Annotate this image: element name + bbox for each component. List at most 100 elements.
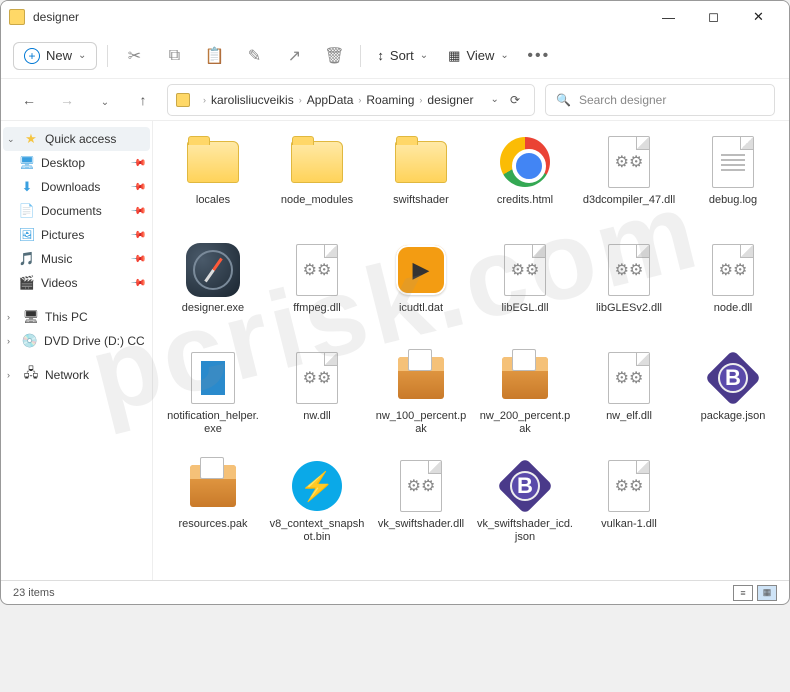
forward-button[interactable]: → [53, 92, 81, 108]
chevron-down-icon: ⌄ [7, 134, 17, 145]
file-icon: B [703, 349, 763, 407]
file-item[interactable]: ⚙⚙node.dll [683, 237, 783, 341]
sidebar-quick-access[interactable]: ⌄ ★ Quick access [3, 127, 150, 151]
file-item[interactable]: ⚙⚙nw_elf.dll [579, 345, 679, 449]
recent-dropdown[interactable]: ⌄ [91, 92, 119, 108]
pin-icon: 📌 [129, 203, 146, 220]
crumb[interactable]: AppData [307, 93, 354, 107]
address-bar[interactable]: › karolisliucveikis › AppData › Roaming … [167, 84, 535, 116]
window-controls: — ◻ ✕ [646, 2, 781, 32]
paste-icon[interactable]: 📋 [198, 40, 230, 72]
sidebar-item-label: Documents [41, 204, 102, 218]
file-item[interactable]: Bvk_swiftshader_icd.json [475, 453, 575, 557]
documents-icon: 📄 [19, 203, 35, 219]
sidebar-dvd[interactable]: › 💿 DVD Drive (D:) CCCC [3, 329, 150, 353]
file-pane[interactable]: localesnode_modulesswiftshader credits.ht… [153, 121, 789, 580]
search-input[interactable]: 🔍 Search designer [545, 84, 775, 116]
view-button[interactable]: ▦ View ⌄ [442, 44, 515, 68]
crumb[interactable]: karolisliucveikis [211, 93, 294, 107]
crumb[interactable]: designer [427, 93, 473, 107]
file-item[interactable]: ⚙⚙libGLESv2.dll [579, 237, 679, 341]
sidebar-item-downloads[interactable]: ⬇Downloads📌 [3, 175, 150, 199]
pin-icon: 📌 [129, 275, 146, 292]
file-item[interactable]: ⚙⚙nw.dll [267, 345, 367, 449]
file-item[interactable]: ▶ icudtl.dat [371, 237, 471, 341]
maximize-button[interactable]: ◻ [691, 2, 736, 32]
file-icon: ⚙⚙ [599, 241, 659, 299]
view-icon: ▦ [448, 48, 460, 64]
file-item[interactable]: ⚡v8_context_snapshot.bin [267, 453, 367, 557]
sidebar: ⌄ ★ Quick access 🖥Desktop📌⬇Downloads📌 📄 Do… [1, 121, 153, 580]
crumb[interactable]: Roaming [366, 93, 414, 107]
more-button[interactable]: ••• [523, 40, 555, 72]
file-item[interactable]: Bpackage.json [683, 345, 783, 449]
file-item[interactable]: nw_100_percent.pak [371, 345, 471, 449]
cut-icon[interactable]: ✂ [118, 40, 150, 72]
sidebar-this-pc[interactable]: › 🖥 This PC [3, 305, 150, 329]
file-item[interactable]: ⚙⚙vk_swiftshader.dll [371, 453, 471, 557]
quick-label: Quick access [45, 132, 116, 146]
chevron-right-icon: › [358, 95, 361, 105]
downloads-icon: ⬇ [19, 179, 35, 195]
file-icon [703, 133, 763, 191]
file-item[interactable]: ⚙⚙libEGL.dll [475, 237, 575, 341]
delete-icon[interactable]: 🗑 [318, 40, 350, 72]
close-button[interactable]: ✕ [736, 2, 781, 32]
file-item[interactable]: ⚙⚙ffmpeg.dll [267, 237, 367, 341]
explorer-window: designer — ◻ ✕ + New ⌄ ✂ ⧉ 📋 ✎ ↗ 🗑 ↕ Sor… [0, 0, 790, 605]
file-label: resources.pak [176, 518, 249, 531]
new-label: New [46, 48, 72, 63]
file-label: vk_swiftshader_icd.json [475, 518, 575, 544]
file-label: designer.exe [180, 302, 246, 315]
sidebar-item-label: Pictures [41, 228, 84, 242]
icons-view-button[interactable]: ▦ [757, 585, 777, 601]
minimize-button[interactable]: — [646, 2, 691, 32]
share-icon[interactable]: ↗ [278, 40, 310, 72]
pin-icon: 📌 [129, 227, 146, 244]
file-label: ffmpeg.dll [291, 302, 343, 315]
file-item[interactable]: debug.log [683, 129, 783, 233]
file-icon: ⚙⚙ [495, 241, 555, 299]
body: ⌄ ★ Quick access 🖥Desktop📌⬇Downloads📌 📄 Do… [1, 121, 789, 580]
folder-icon [176, 93, 190, 107]
navbar: ← → ⌄ ↑ › karolisliucveikis › AppData › … [1, 79, 789, 121]
rename-icon[interactable]: ✎ [238, 40, 270, 72]
sidebar-item-music[interactable]: 🎵Music📌 [3, 247, 150, 271]
file-item[interactable]: locales [163, 129, 263, 233]
sidebar-item-desktop[interactable]: 🖥Desktop📌 [3, 151, 150, 175]
file-label: icudtl.dat [397, 302, 445, 315]
new-button[interactable]: + New ⌄ [13, 42, 97, 70]
file-icon [391, 133, 451, 191]
file-label: credits.html [495, 194, 555, 207]
file-icon: ⚙⚙ [599, 457, 659, 515]
sidebar-item-videos[interactable]: 🎬Videos📌 [3, 271, 150, 295]
file-item[interactable]: resources.pak [163, 453, 263, 557]
file-icon: ▶ [391, 241, 451, 299]
sort-button[interactable]: ↕ Sort ⌄ [371, 44, 434, 67]
sidebar-item-pictures[interactable]: 🖼Pictures📌 [3, 223, 150, 247]
sidebar-item-label: Music [41, 252, 72, 266]
back-button[interactable]: ← [15, 92, 43, 108]
file-item[interactable]: ⚙⚙d3dcompiler_47.dll [579, 129, 679, 233]
sidebar-network[interactable]: › 🖧 Network [3, 363, 150, 387]
file-item[interactable]: node_modules [267, 129, 367, 233]
sidebar-item-documents[interactable]: 📄 Documents 📌 [3, 199, 150, 223]
file-icon: ⚙⚙ [391, 457, 451, 515]
up-button[interactable]: ↑ [129, 92, 157, 108]
details-view-button[interactable]: ≡ [733, 585, 753, 601]
file-label: nw.dll [301, 410, 333, 423]
item-count: 23 items [13, 587, 55, 599]
file-item[interactable]: nw_200_percent.pak [475, 345, 575, 449]
pin-icon: 📌 [129, 155, 146, 172]
file-item[interactable]: ⚙⚙vulkan-1.dll [579, 453, 679, 557]
view-label: View [466, 48, 494, 63]
file-item[interactable]: notification_helper.exe [163, 345, 263, 449]
file-item[interactable]: designer.exe [163, 237, 263, 341]
music-icon: 🎵 [19, 251, 35, 267]
sidebar-item-label: Videos [41, 276, 77, 290]
copy-icon[interactable]: ⧉ [158, 40, 190, 72]
chevron-down-icon[interactable]: ⌄ [491, 94, 499, 105]
refresh-button[interactable]: ⟳ [504, 93, 526, 107]
file-item[interactable]: swiftshader [371, 129, 471, 233]
file-item[interactable]: credits.html [475, 129, 575, 233]
